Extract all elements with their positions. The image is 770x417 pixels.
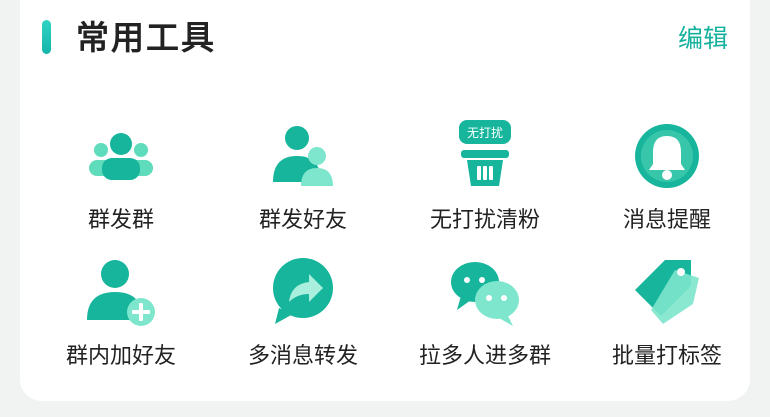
- tool-label: 群发好友: [258, 208, 347, 233]
- tag-icon: [635, 260, 699, 324]
- tool-pull-into-groups[interactable]: 拉多人进多群: [394, 256, 576, 386]
- edit-button[interactable]: 编辑: [678, 22, 728, 56]
- friends-broadcast-icon: [273, 126, 333, 186]
- tool-friends-broadcast[interactable]: 群发好友: [212, 120, 394, 250]
- no-disturb-clean-icon: 无打扰: [459, 120, 511, 186]
- tool-label: 群发群: [87, 208, 154, 233]
- tool-message-reminder[interactable]: 消息提醒: [576, 120, 758, 250]
- forward-icon: [273, 258, 333, 324]
- tool-group-broadcast[interactable]: 群发群: [30, 120, 212, 250]
- tool-label: 多消息转发: [247, 344, 358, 369]
- tool-label: 无打扰清粉: [429, 208, 540, 233]
- group-broadcast-icon: [89, 133, 153, 180]
- tool-label: 批量打标签: [611, 344, 722, 369]
- tool-add-friend-in-group[interactable]: 群内加好友: [30, 256, 212, 386]
- common-tools-card: 常用工具 编辑 群发群 群发好友 无打扰 无打扰清粉 消息提醒 群内加好友 多消…: [20, 0, 750, 401]
- wechat-chat-icon: [451, 262, 519, 326]
- title-accent-bar: [42, 20, 51, 54]
- add-friend-icon: [87, 260, 155, 326]
- tool-no-disturb-clean[interactable]: 无打扰 无打扰清粉: [394, 120, 576, 250]
- tool-label: 消息提醒: [622, 208, 711, 233]
- tool-label: 拉多人进多群: [418, 344, 551, 369]
- bell-icon: [635, 124, 699, 188]
- card-title: 常用工具: [76, 18, 216, 57]
- no-disturb-badge: 无打扰: [467, 126, 503, 140]
- tool-label: 群内加好友: [65, 344, 176, 369]
- card-header: 常用工具 编辑: [20, 14, 750, 66]
- tool-batch-tagging[interactable]: 批量打标签: [576, 256, 758, 386]
- tool-multi-message-forward[interactable]: 多消息转发: [212, 256, 394, 386]
